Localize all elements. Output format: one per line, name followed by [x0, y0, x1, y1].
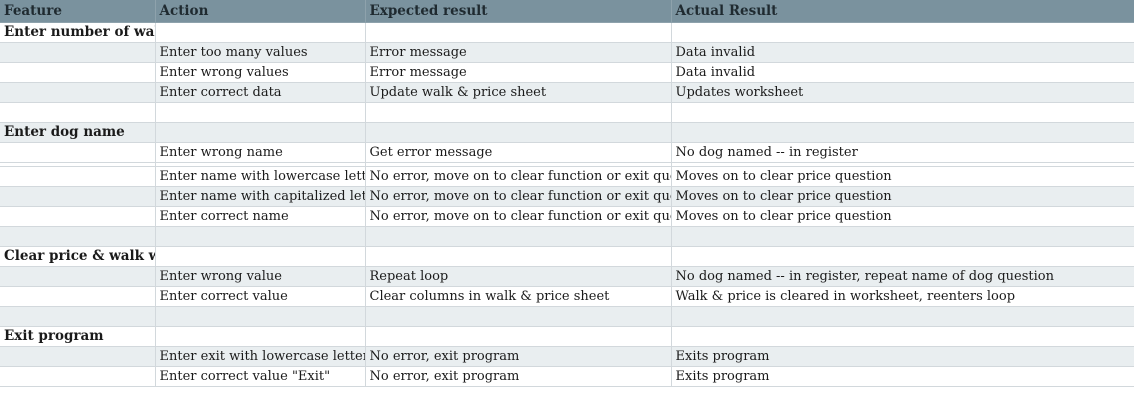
- action-cell[interactable]: Enter too many values: [155, 42, 366, 63]
- action-cell[interactable]: [155, 102, 366, 123]
- actual-cell[interactable]: [671, 226, 1134, 247]
- table-row: [0, 306, 1134, 327]
- feature-cell[interactable]: [0, 266, 156, 287]
- table-row: Enter correct name No error, move on to …: [0, 206, 1134, 227]
- table-row: Enter wrong value Repeat loop No dog nam…: [0, 266, 1134, 287]
- action-cell[interactable]: Enter name with lowercase letters: [155, 166, 366, 187]
- action-cell[interactable]: Enter correct data: [155, 82, 366, 103]
- actual-cell[interactable]: Data invalid: [671, 42, 1134, 63]
- expected-cell[interactable]: No error, move on to clear function or e…: [365, 166, 672, 187]
- feature-cell[interactable]: [0, 306, 156, 327]
- expected-cell[interactable]: [365, 122, 672, 143]
- table-row: Enter name with capitalized letter No er…: [0, 186, 1134, 207]
- action-cell[interactable]: [155, 326, 366, 347]
- expected-cell[interactable]: Update walk & price sheet: [365, 82, 672, 103]
- expected-cell[interactable]: [365, 246, 672, 267]
- header-row: Feature Action Expected result Actual Re…: [0, 0, 1134, 23]
- expected-cell[interactable]: Clear columns in walk & price sheet: [365, 286, 672, 307]
- expected-cell[interactable]: [365, 306, 672, 327]
- actual-cell[interactable]: [671, 122, 1134, 143]
- actual-cell[interactable]: Exits program: [671, 346, 1134, 367]
- actual-cell[interactable]: Data invalid: [671, 62, 1134, 83]
- table-row: [0, 226, 1134, 247]
- table-row: Exit program: [0, 326, 1134, 347]
- expected-cell[interactable]: [365, 22, 672, 43]
- feature-cell[interactable]: [0, 102, 156, 123]
- test-plan-table: Feature Action Expected result Actual Re…: [0, 0, 1134, 387]
- table-row: Enter name with lowercase letters No err…: [0, 166, 1134, 187]
- action-cell[interactable]: [155, 122, 366, 143]
- expected-cell[interactable]: No error, exit program: [365, 366, 672, 387]
- action-cell[interactable]: [155, 22, 366, 43]
- action-cell[interactable]: [155, 306, 366, 327]
- expected-cell[interactable]: Error message: [365, 42, 672, 63]
- feature-cell[interactable]: [0, 186, 156, 207]
- action-cell[interactable]: Enter correct value: [155, 286, 366, 307]
- header-feature[interactable]: Feature: [0, 0, 156, 23]
- actual-cell[interactable]: [671, 246, 1134, 267]
- table-row: Enter dog name: [0, 122, 1134, 143]
- feature-cell[interactable]: Enter dog name: [0, 122, 156, 143]
- feature-cell[interactable]: [0, 62, 156, 83]
- actual-cell[interactable]: No dog named -- in register, repeat name…: [671, 266, 1134, 287]
- feature-cell[interactable]: [0, 346, 156, 367]
- feature-cell[interactable]: Exit program: [0, 326, 156, 347]
- expected-cell[interactable]: [365, 226, 672, 247]
- expected-cell[interactable]: Error message: [365, 62, 672, 83]
- action-cell[interactable]: Enter exit with lowercase letters: [155, 346, 366, 367]
- action-cell[interactable]: Enter correct name: [155, 206, 366, 227]
- table-row: Enter number of walks: [0, 22, 1134, 43]
- actual-cell[interactable]: Exits program: [671, 366, 1134, 387]
- action-cell[interactable]: Enter wrong name: [155, 142, 366, 163]
- expected-cell[interactable]: Repeat loop: [365, 266, 672, 287]
- feature-cell[interactable]: [0, 366, 156, 387]
- actual-cell[interactable]: Moves on to clear price question: [671, 186, 1134, 207]
- table-row: Enter too many values Error message Data…: [0, 42, 1134, 63]
- table-row: Enter correct value "Exit" No error, exi…: [0, 366, 1134, 387]
- header-action[interactable]: Action: [155, 0, 366, 23]
- table-row: Enter exit with lowercase letters No err…: [0, 346, 1134, 367]
- feature-cell[interactable]: Enter number of walks: [0, 22, 156, 43]
- feature-cell[interactable]: [0, 166, 156, 187]
- action-cell[interactable]: Enter wrong value: [155, 266, 366, 287]
- actual-cell[interactable]: Updates worksheet: [671, 82, 1134, 103]
- action-cell[interactable]: Enter name with capitalized letter: [155, 186, 366, 207]
- actual-cell[interactable]: Walk & price is cleared in worksheet, re…: [671, 286, 1134, 307]
- actual-cell[interactable]: Moves on to clear price question: [671, 206, 1134, 227]
- table-row: Enter wrong values Error message Data in…: [0, 62, 1134, 83]
- table-row: Clear price & walk worksheet: [0, 246, 1134, 267]
- action-cell[interactable]: [155, 226, 366, 247]
- feature-cell[interactable]: [0, 82, 156, 103]
- table-row: Enter correct data Update walk & price s…: [0, 82, 1134, 103]
- actual-cell[interactable]: [671, 102, 1134, 123]
- action-cell[interactable]: Enter correct value "Exit": [155, 366, 366, 387]
- expected-cell[interactable]: [365, 326, 672, 347]
- actual-cell[interactable]: Moves on to clear price question: [671, 166, 1134, 187]
- table-row: Enter correct value Clear columns in wal…: [0, 286, 1134, 307]
- expected-cell[interactable]: No error, move on to clear function or e…: [365, 206, 672, 227]
- feature-cell[interactable]: [0, 42, 156, 63]
- actual-cell[interactable]: [671, 326, 1134, 347]
- feature-cell[interactable]: Clear price & walk worksheet: [0, 246, 156, 267]
- table-row: Enter wrong name Get error message No do…: [0, 142, 1134, 163]
- actual-cell[interactable]: No dog named -- in register: [671, 142, 1134, 163]
- actual-cell[interactable]: [671, 22, 1134, 43]
- feature-cell[interactable]: [0, 142, 156, 163]
- expected-cell[interactable]: [365, 102, 672, 123]
- feature-cell[interactable]: [0, 206, 156, 227]
- header-expected-result[interactable]: Expected result: [365, 0, 672, 23]
- expected-cell[interactable]: No error, exit program: [365, 346, 672, 367]
- expected-cell[interactable]: Get error message: [365, 142, 672, 163]
- feature-cell[interactable]: [0, 286, 156, 307]
- action-cell[interactable]: [155, 246, 366, 267]
- header-actual-result[interactable]: Actual Result: [671, 0, 1134, 23]
- action-cell[interactable]: Enter wrong values: [155, 62, 366, 83]
- feature-cell[interactable]: [0, 226, 156, 247]
- actual-cell[interactable]: [671, 306, 1134, 327]
- table-row: [0, 102, 1134, 123]
- expected-cell[interactable]: No error, move on to clear function or e…: [365, 186, 672, 207]
